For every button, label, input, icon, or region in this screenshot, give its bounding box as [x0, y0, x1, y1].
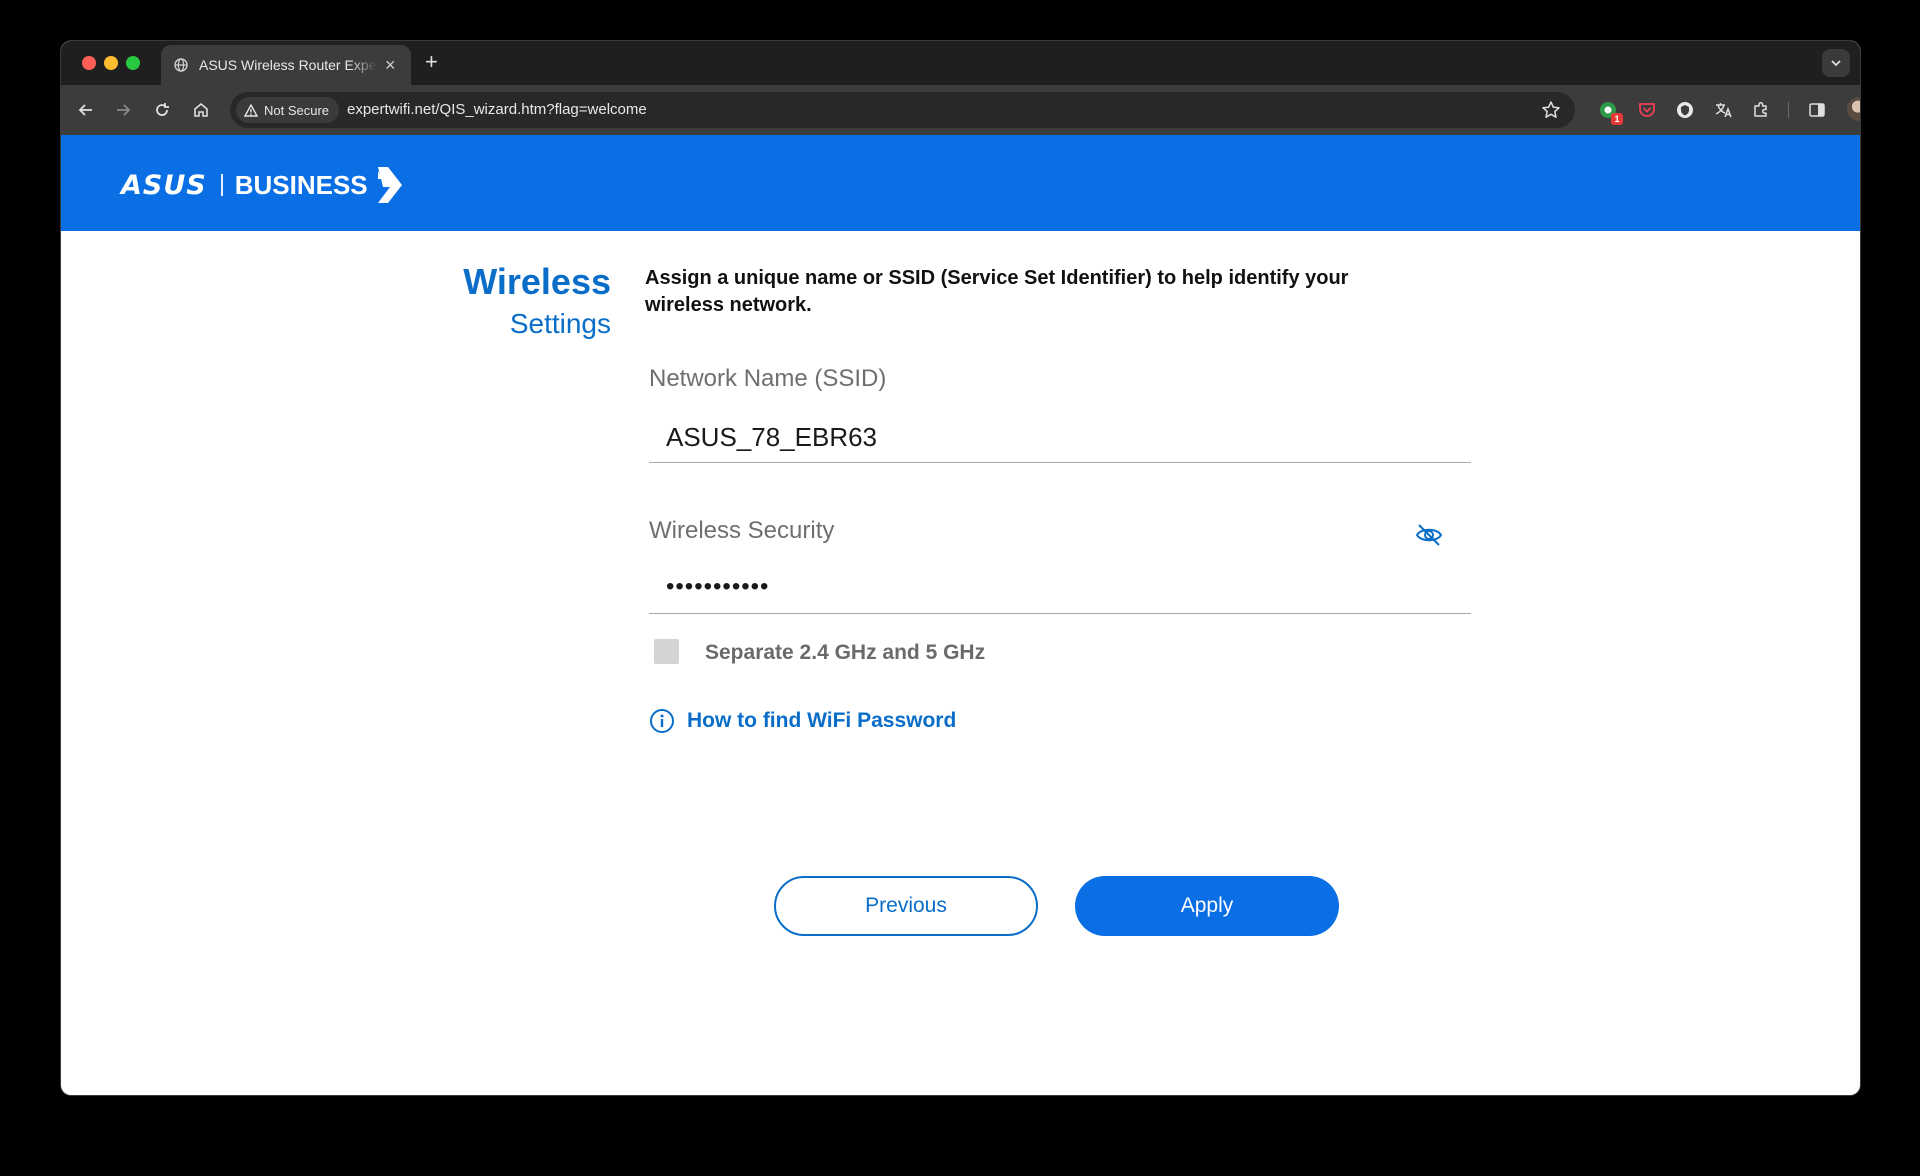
toolbar-divider: [1788, 102, 1789, 118]
wireless-security-input[interactable]: •••••••••••: [666, 573, 769, 601]
logo-asus-text: ASUS: [121, 169, 207, 201]
wireless-security-label: Wireless Security: [649, 517, 835, 544]
extension-badge: 1: [1611, 113, 1623, 125]
eye-off-icon: [1415, 524, 1443, 546]
tab-search-button[interactable]: [1822, 49, 1850, 77]
info-circle-icon: [650, 709, 674, 733]
profile-avatar[interactable]: [1847, 97, 1860, 121]
star-icon: [1542, 101, 1560, 118]
logo-business-text: BUSINESS: [234, 169, 368, 200]
home-button[interactable]: [189, 98, 213, 122]
browser-toolbar: Not Secure expertwifi.net/QIS_wizard.htm…: [61, 85, 1860, 135]
back-button[interactable]: [74, 98, 98, 122]
tab-strip: ASUS Wireless Router Expert × +: [61, 41, 1860, 85]
reload-icon: [156, 103, 169, 116]
warning-triangle-icon: [244, 103, 258, 117]
logo-separator: [220, 174, 223, 196]
chevron-down-icon: [1831, 60, 1841, 67]
ssid-input-underline: [649, 462, 1471, 463]
business-chevron-icon: [377, 167, 402, 203]
extension-grammar-button[interactable]: 1: [1597, 99, 1623, 125]
brand-header: ASUS BUSINESS: [61, 135, 1860, 231]
ssid-input[interactable]: ASUS_78_EBR63: [666, 422, 877, 453]
globe-icon: [173, 57, 189, 73]
section-title: Wireless Settings: [463, 260, 611, 344]
tab-title: ASUS Wireless Router Expert: [199, 57, 377, 73]
forward-button[interactable]: [111, 98, 135, 122]
section-title-line2: Settings: [509, 308, 611, 339]
previous-button[interactable]: Previous: [774, 876, 1038, 936]
asus-business-logo: ASUS BUSINESS: [121, 165, 404, 205]
reload-button[interactable]: [150, 98, 174, 122]
side-panel-button[interactable]: [1806, 99, 1828, 121]
wireless-security-underline: [649, 613, 1471, 614]
toggle-password-visibility-button[interactable]: [1414, 520, 1444, 550]
security-label: Not Secure: [264, 102, 330, 118]
page-description: Assign a unique name or SSID (Service Se…: [645, 267, 1349, 316]
bookmark-button[interactable]: [1541, 100, 1561, 125]
puzzle-icon: [1754, 101, 1767, 117]
extension-translate-button[interactable]: [1712, 99, 1734, 121]
home-icon: [194, 102, 208, 117]
arrow-left-icon: [78, 104, 92, 116]
address-bar[interactable]: Not Secure expertwifi.net/QIS_wizard.htm…: [230, 92, 1575, 128]
extension-pocket-button[interactable]: [1636, 99, 1658, 121]
security-chip[interactable]: Not Secure: [236, 97, 340, 123]
translate-icon: [1715, 103, 1732, 118]
shield-icon: [1677, 102, 1693, 118]
browser-window: ASUS Wireless Router Expert × + Not Secu…: [61, 41, 1860, 1095]
extensions-menu-button[interactable]: [1750, 99, 1772, 121]
separate-bands-checkbox[interactable]: [654, 639, 679, 664]
section-title-line1: Wireless: [463, 261, 611, 302]
side-panel-icon: [1809, 103, 1825, 117]
apply-button[interactable]: Apply: [1075, 876, 1339, 936]
minimize-window-button[interactable]: [104, 56, 118, 70]
close-window-button[interactable]: [82, 56, 96, 70]
maximize-window-button[interactable]: [126, 56, 140, 70]
wifi-password-help-link[interactable]: How to find WiFi Password: [649, 708, 956, 734]
tab-active[interactable]: ASUS Wireless Router Expert ×: [161, 45, 411, 85]
extension-shield-button[interactable]: [1674, 99, 1696, 121]
url-text[interactable]: expertwifi.net/QIS_wizard.htm?flag=welco…: [347, 101, 647, 118]
wifi-password-help-text: How to find WiFi Password: [687, 709, 957, 732]
separate-bands-label[interactable]: Separate 2.4 GHz and 5 GHz: [705, 641, 985, 665]
pocket-icon: [1639, 103, 1655, 117]
new-tab-button[interactable]: +: [425, 51, 438, 73]
tab-close-icon[interactable]: ×: [385, 56, 396, 74]
arrow-right-icon: [117, 104, 131, 116]
ssid-label: Network Name (SSID): [649, 365, 887, 392]
